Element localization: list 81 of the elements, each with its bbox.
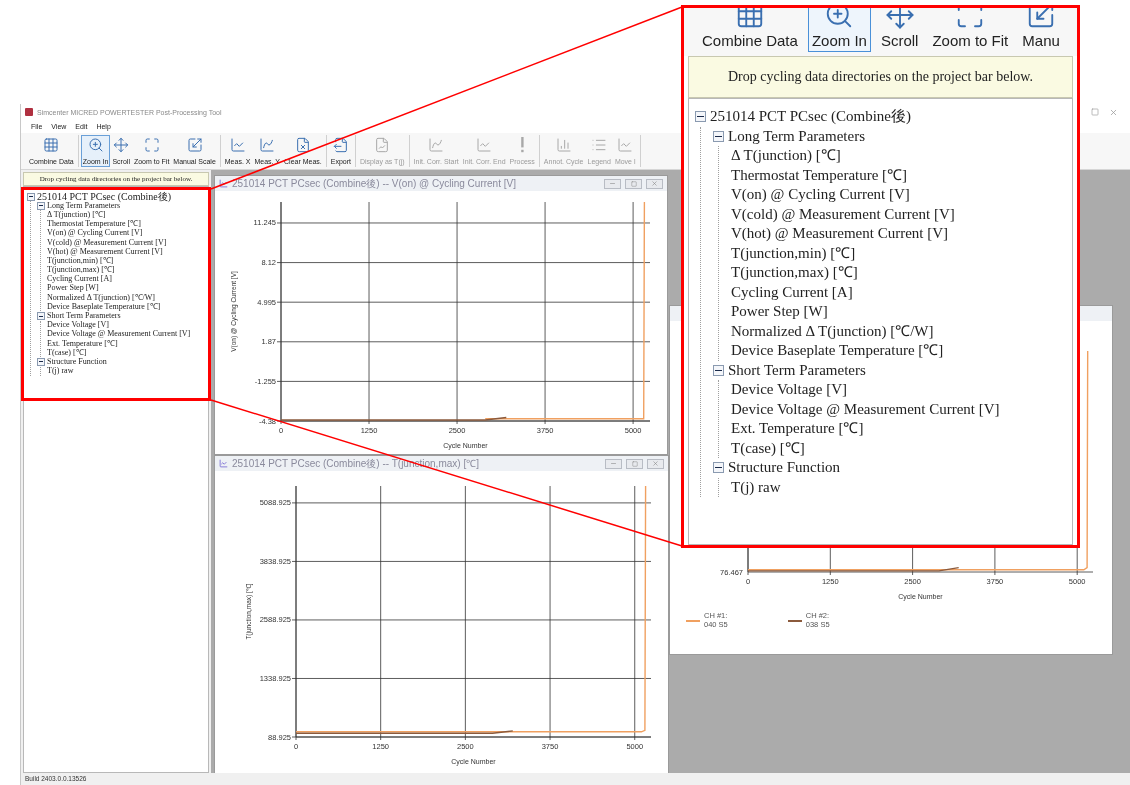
tree-item[interactable]: Thermostat Temperature [℃] — [47, 220, 141, 229]
chart-window-title: 251014 PCT PCsec (Combine後) -- V(on) @ Cycling Current [V] — [232, 176, 517, 191]
tree-item[interactable]: T(j) raw — [47, 367, 74, 376]
tree-item[interactable]: 251014 PCT PCsec (Combine後) — [710, 109, 911, 125]
tree-item[interactable]: V(cold) @ Measurement Current [V] — [47, 238, 167, 247]
collapse-toggle[interactable] — [713, 130, 724, 142]
tree-item[interactable]: T(case) [℃] — [47, 348, 87, 357]
line-chart-icon — [476, 137, 493, 153]
tree-item[interactable]: Δ T(junction) [℃] — [47, 210, 106, 219]
collapse-toggle[interactable] — [713, 364, 724, 376]
tree-item[interactable]: Power Step [W] — [47, 284, 99, 293]
toolbar-button[interactable]: Zoom In — [807, 8, 871, 52]
exclamation-icon — [519, 137, 525, 153]
move-icon — [113, 137, 130, 153]
close-icon — [651, 180, 658, 187]
tree-item[interactable]: V(hot) @ Measurement Current [V] — [731, 226, 949, 242]
maximize-icon — [631, 460, 638, 467]
tree-item[interactable]: Power Step [W] — [731, 304, 828, 320]
collapse-toggle[interactable] — [37, 357, 45, 366]
collapse-toggle[interactable] — [27, 192, 35, 201]
collapse-toggle[interactable] — [695, 111, 706, 123]
collapse-toggle[interactable] — [713, 462, 724, 474]
file-x-icon — [294, 137, 311, 153]
hint-banner: Drop cycling data directories on the project bar below. — [688, 56, 1073, 98]
tree-item[interactable]: Short Term Parameters — [47, 312, 121, 321]
tree-item[interactable]: V(on) @ Cycling Current [V] — [47, 229, 143, 238]
tree-item[interactable]: Long Term Parameters — [47, 201, 121, 210]
tree-item[interactable]: Ext. Temperature [℃] — [47, 339, 118, 348]
tree-item[interactable]: 251014 PCT PCsec (Combine後) — [37, 191, 171, 202]
line-chart-icon — [617, 137, 634, 153]
minimize-icon — [610, 460, 617, 467]
tree-item[interactable]: T(junction,max) [℃] — [47, 266, 115, 275]
toolbar-button[interactable]: Combine Data — [698, 8, 802, 52]
tree-item[interactable]: T(junction,min) [℃] — [731, 245, 856, 261]
chart-window-icon — [219, 179, 228, 188]
tree-item[interactable]: V(hot) @ Measurement Current [V] — [47, 247, 163, 256]
tree-item[interactable]: V(cold) @ Measurement Current [V] — [731, 206, 955, 222]
scaling-icon — [186, 137, 203, 153]
chart-file-icon — [374, 137, 391, 153]
curve-chart-icon — [259, 137, 276, 153]
list-icon — [591, 137, 608, 153]
tree-item[interactable]: T(j) raw — [731, 479, 781, 495]
tree-item[interactable]: T(junction,min) [℃] — [47, 256, 114, 265]
tree-item[interactable]: Normalized Δ T(junction) [℃/W] — [731, 323, 934, 339]
tree-item[interactable]: Device Baseplate Temperature [℃] — [731, 343, 944, 359]
tree-item[interactable]: Device Voltage @ Measurement Current [V] — [47, 330, 191, 339]
tree-item[interactable]: Cycling Current [A] — [731, 284, 853, 300]
toolbar-button[interactable]: Scroll — [876, 8, 923, 52]
tree-item[interactable]: Device Voltage @ Measurement Current [V] — [731, 401, 1000, 417]
maximize-icon — [630, 180, 637, 187]
tree-item[interactable]: Structure Function — [47, 357, 107, 366]
bar-chart-icon — [555, 137, 572, 153]
collapse-toggle[interactable] — [37, 312, 45, 321]
move-icon — [884, 8, 915, 30]
curve-chart-icon — [428, 137, 445, 153]
tree-item[interactable]: V(on) @ Cycling Current [V] — [731, 187, 910, 203]
grid-icon — [43, 137, 60, 153]
tree-item[interactable]: Long Term Parameters — [728, 128, 865, 144]
tree-item[interactable]: Thermostat Temperature [℃] — [731, 167, 908, 183]
minimize-icon — [609, 180, 616, 187]
tree-item[interactable]: Δ T(junction) [℃] — [731, 148, 841, 164]
chart-window-icon — [219, 459, 228, 468]
tree-item[interactable]: Device Voltage [V] — [47, 321, 109, 330]
tree-item[interactable]: Structure Function — [728, 460, 841, 476]
toolbar-button[interactable]: Zoom to Fit — [928, 8, 1013, 52]
tree-item[interactable]: Device Baseplate Temperature [℃] — [47, 302, 161, 311]
expand-icon — [143, 137, 160, 153]
close-icon — [652, 460, 659, 467]
tree-item[interactable]: T(junction,max) [℃] — [731, 265, 858, 281]
toolbar-button[interactable]: Manu — [1018, 8, 1064, 52]
line-chart-icon — [229, 137, 246, 153]
app-icon — [25, 108, 33, 116]
tree-item[interactable]: T(case) [℃] — [731, 440, 805, 456]
tree-item[interactable]: Device Voltage [V] — [731, 382, 848, 398]
tree-item[interactable]: Short Term Parameters — [728, 362, 866, 378]
tree-item[interactable]: Normalized Δ T(junction) [℃/W] — [47, 293, 155, 302]
tree-item[interactable]: Cycling Current [A] — [47, 275, 112, 284]
export-icon — [332, 137, 349, 153]
tree-item[interactable]: Ext. Temperature [℃] — [731, 421, 864, 437]
zoom-in-icon — [87, 137, 104, 153]
collapse-toggle[interactable] — [37, 201, 45, 210]
